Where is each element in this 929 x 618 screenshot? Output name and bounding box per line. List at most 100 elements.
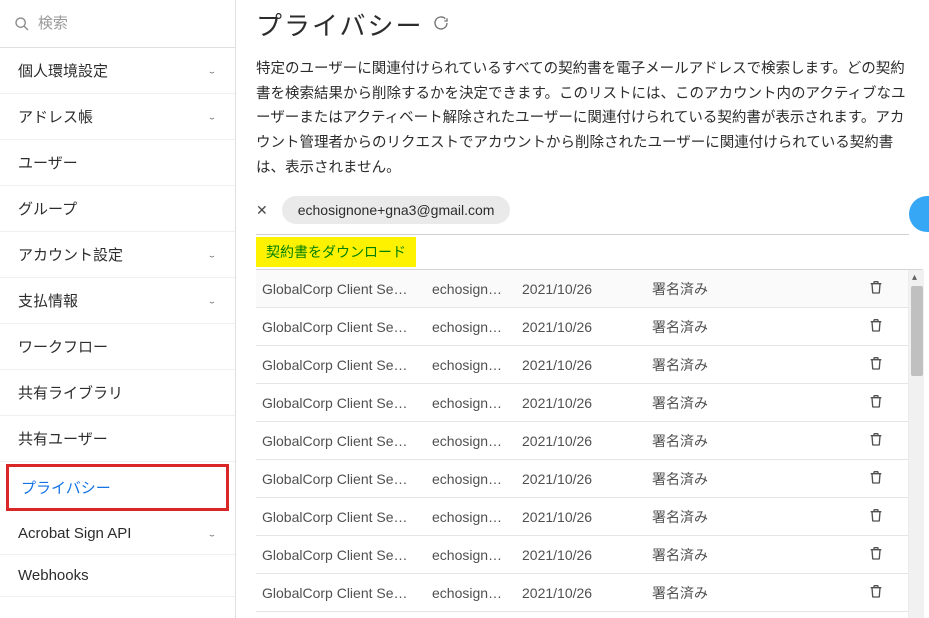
table-row[interactable]: GlobalCorp Client Se…echosign…2021/10/26… [256, 308, 908, 346]
cell-date: 2021/10/26 [522, 585, 652, 601]
sidebar-item-account-settings[interactable]: アカウント設定 ⌄ [0, 232, 235, 278]
sidebar-item-acrobat-sign-api[interactable]: Acrobat Sign API ⌄ [0, 513, 235, 555]
cell-name: GlobalCorp Client Se… [262, 433, 432, 449]
delete-icon[interactable] [868, 545, 884, 561]
table-row[interactable]: GlobalCorp Client Se…echosign…2021/10/26… [256, 498, 908, 536]
cell-email: echosign… [432, 547, 522, 563]
sidebar-item-label: Webhooks [18, 567, 89, 584]
cell-date: 2021/10/26 [522, 281, 652, 297]
page-description: 特定のユーザーに関連付けられているすべての契約書を電子メールアドレスで検索します… [256, 57, 929, 180]
cell-name: GlobalCorp Client Se… [262, 547, 432, 563]
search-icon [14, 15, 30, 33]
cell-status: 署名済み [652, 545, 832, 565]
cell-status: 署名済み [652, 317, 832, 337]
page-title: プライバシー [256, 6, 423, 43]
sidebar-item-label: アカウント設定 [18, 244, 123, 265]
delete-icon[interactable] [868, 469, 884, 485]
sidebar-item-shared-library[interactable]: 共有ライブラリ [0, 370, 235, 416]
chevron-down-icon: ⌄ [207, 66, 217, 74]
delete-icon[interactable] [868, 507, 884, 523]
cell-date: 2021/10/26 [522, 471, 652, 487]
sidebar-item-users[interactable]: ユーザー [0, 140, 235, 186]
table-row[interactable]: GlobalCorp Client Se…echosign…2021/10/26… [256, 536, 908, 574]
cell-date: 2021/10/26 [522, 319, 652, 335]
main-content: プライバシー 特定のユーザーに関連付けられているすべての契約書を電子メールアドレ… [236, 0, 929, 618]
sidebar-item-addressbook[interactable]: アドレス帳 ⌄ [0, 94, 235, 140]
cell-status: 署名済み [652, 507, 832, 527]
sidebar-item-workflow[interactable]: ワークフロー [0, 324, 235, 370]
cell-email: echosign… [432, 281, 522, 297]
cell-date: 2021/10/26 [522, 357, 652, 373]
sidebar-item-webhooks[interactable]: Webhooks [0, 555, 235, 597]
cell-email: echosign… [432, 471, 522, 487]
sidebar: 個人環境設定 ⌄ アドレス帳 ⌄ ユーザー グループ アカウント設定 ⌄ 支払情… [0, 0, 236, 618]
cell-status: 署名済み [652, 355, 832, 375]
cell-email: echosign… [432, 585, 522, 601]
sidebar-item-label: 支払情報 [18, 290, 78, 311]
cell-email: echosign… [432, 319, 522, 335]
delete-icon[interactable] [868, 393, 884, 409]
table-row[interactable]: GlobalCorp Client Se…echosign…2021/10/26… [256, 346, 908, 384]
cell-date: 2021/10/26 [522, 509, 652, 525]
clear-filter-icon[interactable]: ✕ [256, 202, 268, 219]
sidebar-item-privacy[interactable]: プライバシー [6, 464, 229, 511]
search-input[interactable] [38, 15, 221, 32]
sidebar-item-label: 個人環境設定 [18, 60, 108, 81]
help-bubble-icon[interactable] [909, 196, 929, 232]
table-row[interactable]: GlobalCorp Client Se…echosign…2021/10/26… [256, 612, 908, 618]
table-row[interactable]: GlobalCorp Client Se…echosign…2021/10/26… [256, 384, 908, 422]
chevron-down-icon: ⌄ [207, 529, 217, 537]
cell-status: 署名済み [652, 469, 832, 489]
cell-status: 署名済み [652, 279, 832, 299]
sidebar-item-label: アドレス帳 [18, 106, 93, 127]
sidebar-item-label: ワークフロー [18, 336, 108, 357]
chevron-down-icon: ⌄ [207, 296, 217, 304]
table-row[interactable]: GlobalCorp Client Se…echosign…2021/10/26… [256, 460, 908, 498]
cell-name: GlobalCorp Client Se… [262, 585, 432, 601]
chevron-down-icon: ⌄ [207, 112, 217, 120]
cell-email: echosign… [432, 433, 522, 449]
sidebar-item-groups[interactable]: グループ [0, 186, 235, 232]
cell-name: GlobalCorp Client Se… [262, 509, 432, 525]
table-row[interactable]: GlobalCorp Client Se…echosign…2021/10/26… [256, 422, 908, 460]
delete-icon[interactable] [868, 355, 884, 371]
agreements-table: ▴ GlobalCorp Client Se…echosign…2021/10/… [256, 269, 923, 618]
search-box [0, 0, 235, 48]
nav-list: 個人環境設定 ⌄ アドレス帳 ⌄ ユーザー グループ アカウント設定 ⌄ 支払情… [0, 48, 235, 462]
cell-name: GlobalCorp Client Se… [262, 319, 432, 335]
email-chip[interactable]: echosignone+gna3@gmail.com [282, 196, 511, 224]
scrollbar-thumb[interactable] [911, 286, 923, 376]
refresh-icon[interactable] [433, 15, 449, 34]
delete-icon[interactable] [868, 279, 884, 295]
delete-icon[interactable] [868, 431, 884, 447]
sidebar-item-label: 共有ユーザー [18, 428, 108, 449]
cell-status: 署名済み [652, 393, 832, 413]
cell-name: GlobalCorp Client Se… [262, 357, 432, 373]
cell-status: 署名済み [652, 431, 832, 451]
table-row[interactable]: GlobalCorp Client Se…echosign…2021/10/26… [256, 270, 908, 308]
sidebar-item-shared-user[interactable]: 共有ユーザー [0, 416, 235, 462]
sidebar-item-label: Acrobat Sign API [18, 525, 131, 542]
download-agreements-link[interactable]: 契約書をダウンロード [256, 237, 416, 267]
cell-date: 2021/10/26 [522, 433, 652, 449]
cell-name: GlobalCorp Client Se… [262, 395, 432, 411]
cell-name: GlobalCorp Client Se… [262, 281, 432, 297]
delete-icon[interactable] [868, 317, 884, 333]
table-row[interactable]: GlobalCorp Client Se…echosign…2021/10/26… [256, 574, 908, 612]
cell-email: echosign… [432, 357, 522, 373]
sidebar-item-personal-settings[interactable]: 個人環境設定 ⌄ [0, 48, 235, 94]
cell-status: 署名済み [652, 583, 832, 603]
cell-date: 2021/10/26 [522, 395, 652, 411]
sidebar-item-payment[interactable]: 支払情報 ⌄ [0, 278, 235, 324]
cell-email: echosign… [432, 509, 522, 525]
filter-row: ✕ echosignone+gna3@gmail.com [256, 196, 909, 235]
sidebar-item-label: プライバシー [21, 480, 111, 497]
cell-email: echosign… [432, 395, 522, 411]
delete-icon[interactable] [868, 583, 884, 599]
scroll-up-icon[interactable]: ▴ [912, 272, 917, 283]
nav-list-after: Acrobat Sign API ⌄ Webhooks [0, 513, 235, 597]
cell-name: GlobalCorp Client Se… [262, 471, 432, 487]
sidebar-item-label: 共有ライブラリ [18, 382, 123, 403]
scrollbar[interactable]: ▴ [908, 270, 924, 618]
sidebar-item-label: ユーザー [18, 152, 78, 173]
